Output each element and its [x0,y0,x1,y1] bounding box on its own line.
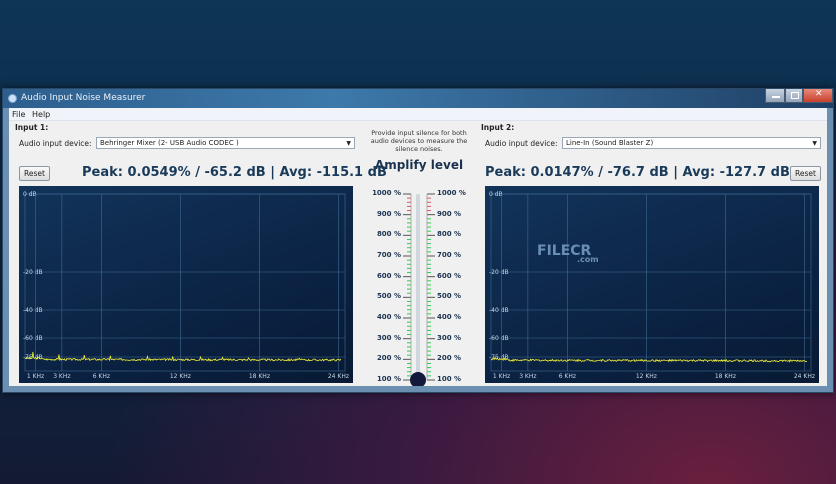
filecr-watermark: FILECR .com [537,243,599,264]
scale-label-right: 300 % [437,333,462,342]
chevron-down-icon: ▼ [812,140,817,147]
input1-heading: Input 1: [15,123,49,132]
title-bar[interactable]: Audio Input Noise Measurer ✕ [3,89,833,108]
scale-label-left: 1000 % [372,189,401,197]
scale-label-right: 600 % [437,271,462,280]
x-tick-label: 18 KHz [715,373,736,380]
scale-label-right: 800 % [437,230,462,239]
slider-knob[interactable] [410,372,426,388]
scale-label-right: 700 % [437,251,462,259]
scale-label-left: 500 % [376,292,401,301]
y-tick-label: -20 dB [489,269,509,276]
x-tick-label: 6 KHz [559,373,576,380]
maximize-button[interactable] [785,89,803,103]
spectrum-trace [24,351,342,362]
input1-spectrum-chart: 0 dB -20 dB -40 dB -60 dB -75 dB 1 KHz 3 KHz 6 … [19,186,353,383]
scale-label-right: 200 % [437,354,462,363]
y-tick-label: -20 dB [23,269,43,276]
input1-reset-button[interactable]: Reset [19,166,50,181]
scale-label-left: 100 % [376,375,401,383]
y-tick-label: -40 dB [489,307,509,314]
scale-label-left: 700 % [376,251,401,259]
silence-hint: Provide input silence for both audio dev… [370,129,468,153]
input1-peak-readout: Peak: 0.0549% / -65.2 dB | Avg: -115.1 d… [82,165,387,180]
scale-label-right: 900 % [437,209,462,218]
menu-file[interactable]: File [12,110,25,119]
input2-heading: Input 2: [481,123,515,132]
input1-device-label: Audio input device: [19,139,92,148]
scale-label-right: 500 % [437,292,462,301]
input2-device-select[interactable]: Line-In (Sound Blaster Z) ▼ [562,137,821,149]
scale-label-left: 600 % [376,271,401,280]
menu-help[interactable]: Help [32,110,50,119]
x-tick-label: 3 KHz [53,373,70,380]
scale-label-left: 200 % [376,354,401,363]
x-tick-label: 6 KHz [93,373,110,380]
y-tick-label: -60 dB [489,335,509,342]
close-button[interactable]: ✕ [803,89,833,103]
scale-label-left: 900 % [376,209,401,218]
menu-bar: File Help [9,108,827,121]
y-tick-label: 0 dB [23,191,37,198]
watermark-com: .com [577,255,599,264]
x-tick-label: 18 KHz [249,373,270,380]
x-tick-label: 3 KHz [519,373,536,380]
amplify-title: Amplify level [374,158,464,172]
x-tick-label: 1 KHz [27,373,44,380]
x-tick-label: 12 KHz [170,373,191,380]
y-tick-label: -60 dB [23,335,43,342]
x-tick-label: 12 KHz [636,373,657,380]
input2-peak-readout: Peak: 0.0147% / -76.7 dB | Avg: -127.7 d… [485,165,790,180]
scale-label-left: 800 % [376,230,401,239]
amplify-level-slider[interactable]: 1000 % 1000 % 900 % 900 % 800 % 800 % 700 % 700… [365,186,473,388]
input2-device-value: Line-In (Sound Blaster Z) [566,139,654,147]
plot-frame [490,193,812,372]
input1-device-select[interactable]: Behringer Mixer (2- USB Audio CODEC ) ▼ [96,137,355,149]
scale-label-left: 300 % [376,333,401,342]
y-tick-label: 0 dB [489,191,503,198]
x-tick-label: 24 KHz [328,373,349,380]
scale-label-right: 100 % [437,375,462,383]
x-tick-label: 1 KHz [493,373,510,380]
minimize-button[interactable] [765,89,785,103]
input2-device-label: Audio input device: [485,139,558,148]
chevron-down-icon: ▼ [346,140,351,147]
slider-track [416,194,420,380]
x-tick-label: 24 KHz [794,373,815,380]
y-tick-label: -40 dB [23,307,43,314]
app-window: Audio Input Noise Measurer ✕ File Help I… [2,88,834,393]
scale-label-right: 400 % [437,313,462,321]
spectrum-trace [490,356,808,363]
scale-label-right: 1000 % [437,189,466,197]
plot-frame [24,193,346,372]
app-icon [8,94,17,103]
input2-spectrum-chart: 0 dB -20 dB -40 dB -60 dB -75 dB 1 KHz 3 KHz 6 … [485,186,819,383]
window-title: Audio Input Noise Measurer [21,93,146,103]
input2-reset-button[interactable]: Reset [790,166,821,181]
input1-device-value: Behringer Mixer (2- USB Audio CODEC ) [100,139,239,147]
scale-label-left: 400 % [376,313,401,321]
